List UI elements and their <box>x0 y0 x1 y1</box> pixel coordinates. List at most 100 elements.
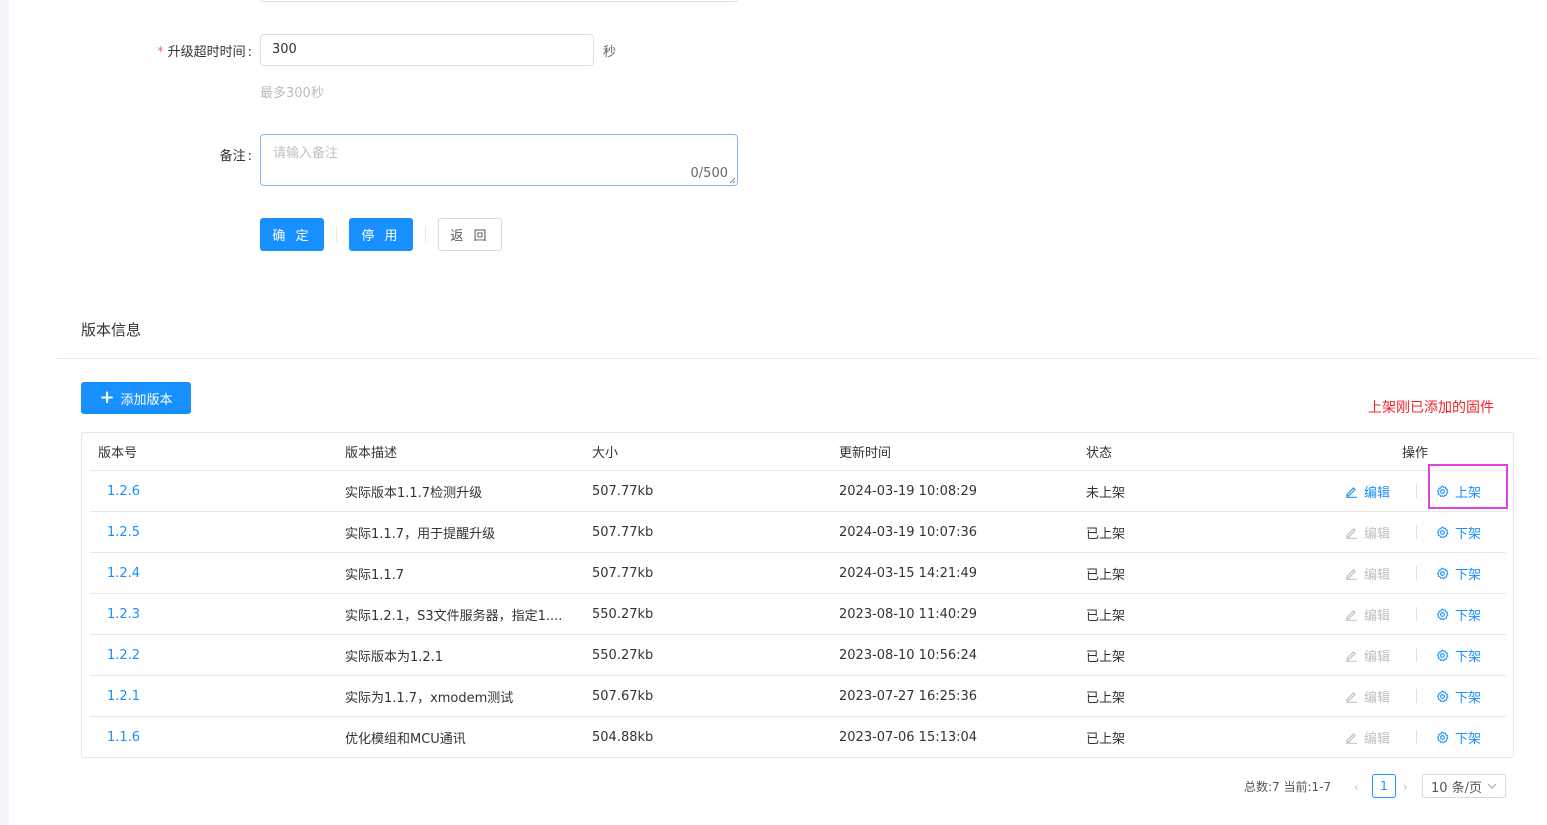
timeout-label-colon: : <box>247 45 252 60</box>
shelf-toggle-button[interactable]: 下架 <box>1436 676 1481 716</box>
edit-pencil-icon <box>1346 691 1357 703</box>
version-time: 2023-08-10 10:56:24 <box>839 647 978 663</box>
version-time: 2023-08-10 11:40:29 <box>839 606 978 622</box>
disable-button[interactable]: 停 用 <box>349 218 413 251</box>
shelf-toggle-button[interactable]: 下架 <box>1436 635 1481 675</box>
version-time: 2023-07-27 16:25:36 <box>839 688 978 704</box>
page-size-select[interactable]: 10 条/页 <box>1422 774 1506 798</box>
edit-label: 编辑 <box>1364 485 1391 501</box>
col-header-version: 版本号 <box>98 446 138 461</box>
version-desc: 实际1.1.7 <box>345 567 405 583</box>
edit-label: 编辑 <box>1364 526 1391 542</box>
version-time: 2024-03-15 14:21:49 <box>839 565 978 581</box>
gear-icon <box>1436 690 1449 702</box>
action-divider <box>1416 525 1417 539</box>
col-header-size: 大小 <box>592 446 619 461</box>
gear-icon <box>1436 608 1449 620</box>
add-version-button[interactable]: + 添加版本 <box>81 382 191 414</box>
version-status: 已上架 <box>1086 526 1126 542</box>
version-time: 2024-03-19 10:07:36 <box>839 524 978 540</box>
shelf-toggle-button[interactable]: 下架 <box>1436 594 1481 634</box>
edit-button[interactable]: 编辑 <box>1345 676 1390 716</box>
plus-icon: + <box>99 387 115 408</box>
version-link[interactable]: 1.2.4 <box>107 553 337 593</box>
table-row: 1.2.6 实际版本1.1.7检测升级 507.77kb 2024-03-19 10:… <box>90 471 1506 512</box>
shelf-toggle-label: 下架 <box>1455 608 1482 624</box>
version-link[interactable]: 1.1.6 <box>107 717 337 758</box>
table-row: 1.2.1 实际为1.1.7，xmodem测试 507.67kb 2023-07-27… <box>90 676 1506 717</box>
page-size-value: 10 条/页 <box>1431 780 1483 796</box>
edit-label: 编辑 <box>1364 732 1391 747</box>
edit-button[interactable]: 编辑 <box>1345 512 1390 552</box>
version-size: 550.27kb <box>592 606 654 622</box>
version-status: 已上架 <box>1086 567 1126 583</box>
remark-label-colon: : <box>247 149 252 164</box>
version-desc: 实际1.2.1，S3文件服务器，指定1.... <box>345 608 563 624</box>
edit-button[interactable]: 编辑 <box>1345 635 1390 675</box>
annotation-note: 上架刚已添加的固件 <box>1368 400 1494 416</box>
prev-page-icon[interactable]: ‹ <box>1354 780 1359 794</box>
back-button[interactable]: 返 回 <box>438 218 502 251</box>
version-size: 550.27kb <box>592 647 654 663</box>
shelf-toggle-label: 下架 <box>1455 690 1482 706</box>
edit-button[interactable]: 编辑 <box>1345 717 1390 758</box>
shelf-toggle-button[interactable]: 下架 <box>1436 512 1481 552</box>
highlight-annotation-box <box>1428 464 1508 509</box>
add-version-label: 添加版本 <box>120 392 173 408</box>
remark-placeholder: 请输入备注 <box>273 146 339 161</box>
version-size: 504.88kb <box>592 730 654 745</box>
shelf-toggle-button[interactable]: 下架 <box>1436 717 1481 758</box>
version-desc: 优化模组和MCU通讯 <box>345 732 466 747</box>
timeout-input[interactable]: 300 <box>260 34 594 66</box>
version-link[interactable]: 1.2.5 <box>107 512 337 552</box>
action-divider <box>1416 730 1417 744</box>
edit-label: 编辑 <box>1364 567 1391 583</box>
timeout-unit: 秒 <box>603 45 617 60</box>
section-title: 版本信息 <box>81 321 142 339</box>
version-link[interactable]: 1.2.6 <box>107 471 337 511</box>
version-link[interactable]: 1.2.2 <box>107 635 337 675</box>
version-size: 507.77kb <box>592 565 654 581</box>
remark-label-text: 备注 <box>219 149 246 164</box>
next-page-icon[interactable]: › <box>1403 780 1408 794</box>
table-row: 1.1.6 优化模组和MCU通讯 504.88kb 2023-07-06 15:13:… <box>90 717 1506 758</box>
left-sidebar-edge <box>0 0 9 825</box>
remark-char-count: 0/500 <box>690 166 728 181</box>
version-table: 版本号 版本描述 大小 更新时间 状态 操作 1.2.6 实际版本1.1.7检测升… <box>81 432 1514 758</box>
action-divider <box>1416 607 1417 621</box>
version-link[interactable]: 1.2.3 <box>107 594 337 634</box>
page-number-button[interactable]: 1 <box>1372 774 1396 798</box>
version-link[interactable]: 1.2.1 <box>107 676 337 716</box>
remark-label: 备注: <box>220 145 252 164</box>
timeout-hint: 最多300秒 <box>260 86 324 101</box>
edit-label: 编辑 <box>1364 690 1391 706</box>
shelf-toggle-button[interactable]: 下架 <box>1436 553 1481 593</box>
timeout-label: * 升级超时时间: <box>157 41 252 60</box>
previous-field-input[interactable] <box>259 0 738 2</box>
timeout-label-text: 升级超时时间 <box>167 45 246 60</box>
version-status: 已上架 <box>1086 690 1126 706</box>
edit-button[interactable]: 编辑 <box>1345 553 1390 593</box>
version-status: 已上架 <box>1086 649 1126 665</box>
version-size: 507.77kb <box>592 483 654 499</box>
remark-textarea[interactable]: 请输入备注 0/500 <box>260 134 738 186</box>
required-mark: * <box>157 45 164 60</box>
edit-pencil-icon <box>1346 486 1357 498</box>
col-header-status: 状态 <box>1086 446 1113 461</box>
action-divider <box>1416 484 1417 498</box>
version-size: 507.77kb <box>592 524 654 540</box>
resize-handle-icon[interactable] <box>729 177 736 184</box>
edit-pencil-icon <box>1346 527 1357 539</box>
version-desc: 实际为1.1.7，xmodem测试 <box>345 690 514 706</box>
shelf-toggle-label: 下架 <box>1455 649 1482 665</box>
edit-pencil-icon <box>1346 650 1357 662</box>
edit-button[interactable]: 编辑 <box>1345 594 1390 634</box>
edit-label: 编辑 <box>1364 608 1391 624</box>
gear-icon <box>1436 526 1449 538</box>
confirm-button[interactable]: 确 定 <box>260 218 324 251</box>
col-header-desc: 版本描述 <box>345 446 398 461</box>
version-status: 未上架 <box>1086 485 1126 501</box>
version-desc: 实际1.1.7，用于提醒升级 <box>345 526 496 542</box>
edit-button[interactable]: 编辑 <box>1345 471 1390 511</box>
action-divider <box>1416 566 1417 580</box>
